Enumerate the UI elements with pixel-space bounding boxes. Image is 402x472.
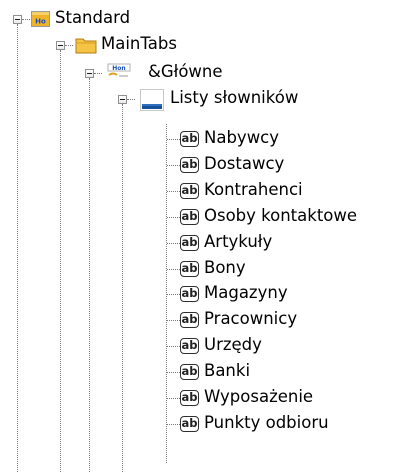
tree-connector [167,217,180,218]
tree-connector [167,294,180,295]
collapse-toggle-glowne[interactable] [85,69,94,78]
tree-connector [94,73,102,74]
collapse-toggle-standard[interactable] [13,15,22,24]
textbox-icon: ab [180,390,199,406]
tree-connector [167,243,180,244]
textbox-icon: ab [180,416,199,432]
tree-connector [22,19,30,20]
tree-connector [127,99,135,100]
textbox-icon: ab [180,286,199,302]
collapse-toggle-listy-slownikow[interactable] [118,95,127,104]
tree-node-label-maintabs[interactable]: MainTabs [100,34,178,54]
tree-leaf-label[interactable]: Artykuły [203,232,273,252]
tree-connector [167,320,180,321]
tree-node-label-glowne[interactable]: &Główne [147,62,224,82]
tree-node-label-standard[interactable]: Standard [54,8,131,28]
tree-node-label-listy-slownikow[interactable]: Listy słowników [169,88,299,108]
tree-connector [167,269,180,270]
tree-connector [167,165,180,166]
textbox-icon: ab [180,312,199,328]
tree-guide-line [89,78,90,472]
tree-leaf-label[interactable]: Bony [203,258,247,278]
tree-connector [167,139,180,140]
tree-guide-line [60,50,61,472]
tree-leaf-label[interactable]: Nabywcy [203,128,280,148]
tree-connector [65,45,73,46]
textbox-icon: ab [180,338,199,354]
tree-leaf-label[interactable]: Pracownicy [203,309,298,329]
tree-leaf-label[interactable]: Punkty odbioru [203,413,330,433]
svg-text:Hon: Hon [112,65,125,72]
form-icon: Ho [31,11,50,27]
textbox-icon: ab [180,235,199,251]
tab-page-icon: Hon [106,63,134,83]
tree-connector [167,372,180,373]
tree-leaf-label[interactable]: Wyposażenie [203,387,314,407]
tree-leaf-label[interactable]: Banki [203,361,251,381]
svg-text:Ho: Ho [35,18,46,26]
textbox-icon: ab [180,183,199,199]
tree-connector [167,398,180,399]
tree-view[interactable]: Ho Standard MainTabs Hon &Główne Listy s… [0,0,402,472]
folder-icon [75,36,97,54]
textbox-icon: ab [180,364,199,380]
tree-guide-line [17,24,18,472]
tree-guide-line [122,104,123,472]
collapse-toggle-maintabs[interactable] [56,41,65,50]
textbox-icon: ab [180,131,199,147]
textbox-icon: ab [180,209,199,225]
textbox-icon: ab [180,261,199,277]
panel-icon [140,89,164,111]
tree-leaf-label[interactable]: Urzędy [203,335,263,355]
tree-connector [167,424,180,425]
tree-leaf-label[interactable]: Magazyny [203,283,289,303]
tree-leaf-label[interactable]: Kontrahenci [203,180,304,200]
tree-leaf-label[interactable]: Dostawcy [203,154,285,174]
tree-connector [167,346,180,347]
textbox-icon: ab [180,157,199,173]
tree-leaf-label[interactable]: Osoby kontaktowe [203,206,358,226]
tree-connector [167,191,180,192]
